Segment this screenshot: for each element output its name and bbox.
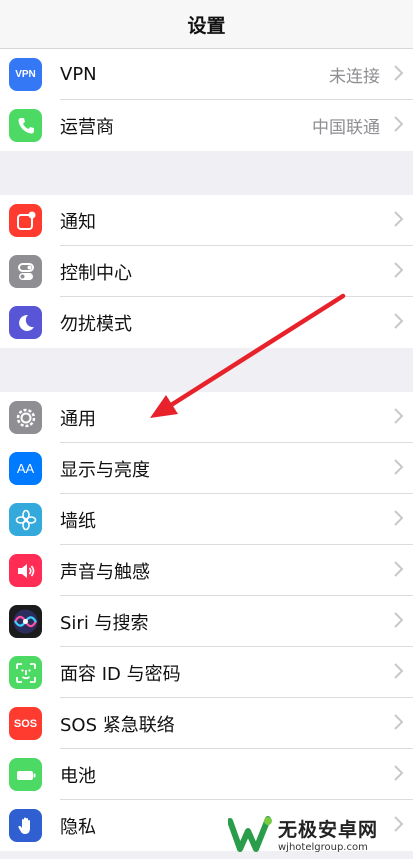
settings-row-control-center[interactable]: 控制中心	[0, 246, 413, 297]
settings-row-sounds[interactable]: 声音与触感	[0, 545, 413, 596]
settings-row-label: 通知	[60, 211, 96, 233]
display-icon-text: AA	[16, 461, 35, 476]
settings-group-general: 通用 AA 显示与亮度 墙纸 声音与触感 Siri 与搜索 面容 ID 与密码 …	[0, 392, 413, 851]
siri-icon	[9, 605, 42, 638]
face-id-icon	[9, 656, 42, 689]
chevron-right-icon	[394, 116, 403, 132]
settings-row-label: 墙纸	[60, 510, 96, 532]
settings-row-label: 运营商	[60, 116, 114, 138]
settings-row-label: 勿扰模式	[60, 313, 132, 335]
chevron-right-icon	[394, 211, 403, 227]
settings-row-emergency-sos[interactable]: SOS SOS 紧急联络	[0, 698, 413, 749]
settings-row-label: 面容 ID 与密码	[60, 663, 181, 685]
moon-icon	[9, 306, 42, 339]
page-title: 设置	[187, 14, 226, 37]
notifications-icon	[9, 204, 42, 237]
settings-row-label: Siri 与搜索	[60, 612, 149, 634]
control-center-icon	[9, 255, 42, 288]
chevron-right-icon	[394, 313, 403, 329]
settings-row-vpn[interactable]: VPN VPN 未连接	[0, 49, 413, 100]
settings-row-label: 隐私	[60, 816, 96, 838]
settings-row-wallpaper[interactable]: 墙纸	[0, 494, 413, 545]
settings-row-battery[interactable]: 电池	[0, 749, 413, 800]
settings-row-display[interactable]: AA 显示与亮度	[0, 443, 413, 494]
navigation-bar: 设置	[0, 0, 413, 49]
settings-row-label: 控制中心	[60, 262, 132, 284]
sos-icon-text: SOS	[13, 717, 38, 730]
settings-row-label: SOS 紧急联络	[60, 714, 175, 736]
settings-row-do-not-disturb[interactable]: 勿扰模式	[0, 297, 413, 348]
carrier-value: 中国联通	[312, 118, 380, 138]
wallpaper-flower-icon	[9, 503, 42, 536]
watermark-logo-icon	[228, 815, 272, 852]
chevron-right-icon	[394, 561, 403, 577]
chevron-right-icon	[394, 714, 403, 730]
watermark-name: 无极安卓网	[278, 818, 379, 841]
sos-icon: SOS	[9, 707, 42, 740]
settings-row-carrier[interactable]: 运营商 中国联通	[0, 100, 413, 151]
settings-group-network: VPN VPN 未连接 运营商 中国联通	[0, 49, 413, 151]
settings-row-face-id[interactable]: 面容 ID 与密码	[0, 647, 413, 698]
settings-group-notifications: 通知 控制中心 勿扰模式	[0, 195, 413, 348]
settings-row-notifications[interactable]: 通知	[0, 195, 413, 246]
speaker-icon	[9, 554, 42, 587]
chevron-right-icon	[394, 765, 403, 781]
vpn-icon: VPN	[9, 58, 42, 91]
vpn-status-value: 未连接	[329, 67, 380, 87]
chevron-right-icon	[394, 65, 403, 81]
watermark-url: wjhotelgroup.com	[278, 841, 368, 853]
chevron-right-icon	[394, 612, 403, 628]
hand-icon	[9, 809, 42, 842]
display-brightness-icon: AA	[9, 452, 42, 485]
vpn-icon-text: VPN	[15, 69, 36, 80]
watermark: 无极安卓网 wjhotelgroup.com	[228, 808, 413, 859]
settings-row-general[interactable]: 通用	[0, 392, 413, 443]
gear-icon	[9, 401, 42, 434]
chevron-right-icon	[394, 262, 403, 278]
battery-icon	[9, 758, 42, 791]
chevron-right-icon	[394, 459, 403, 475]
settings-row-label: 通用	[60, 408, 96, 430]
settings-row-label: 显示与亮度	[60, 459, 150, 481]
chevron-right-icon	[394, 408, 403, 424]
settings-row-label: 电池	[60, 765, 96, 787]
chevron-right-icon	[394, 663, 403, 679]
settings-row-label: VPN	[60, 64, 97, 85]
settings-row-siri[interactable]: Siri 与搜索	[0, 596, 413, 647]
settings-row-label: 声音与触感	[60, 561, 150, 583]
chevron-right-icon	[394, 510, 403, 526]
phone-icon	[9, 109, 42, 142]
